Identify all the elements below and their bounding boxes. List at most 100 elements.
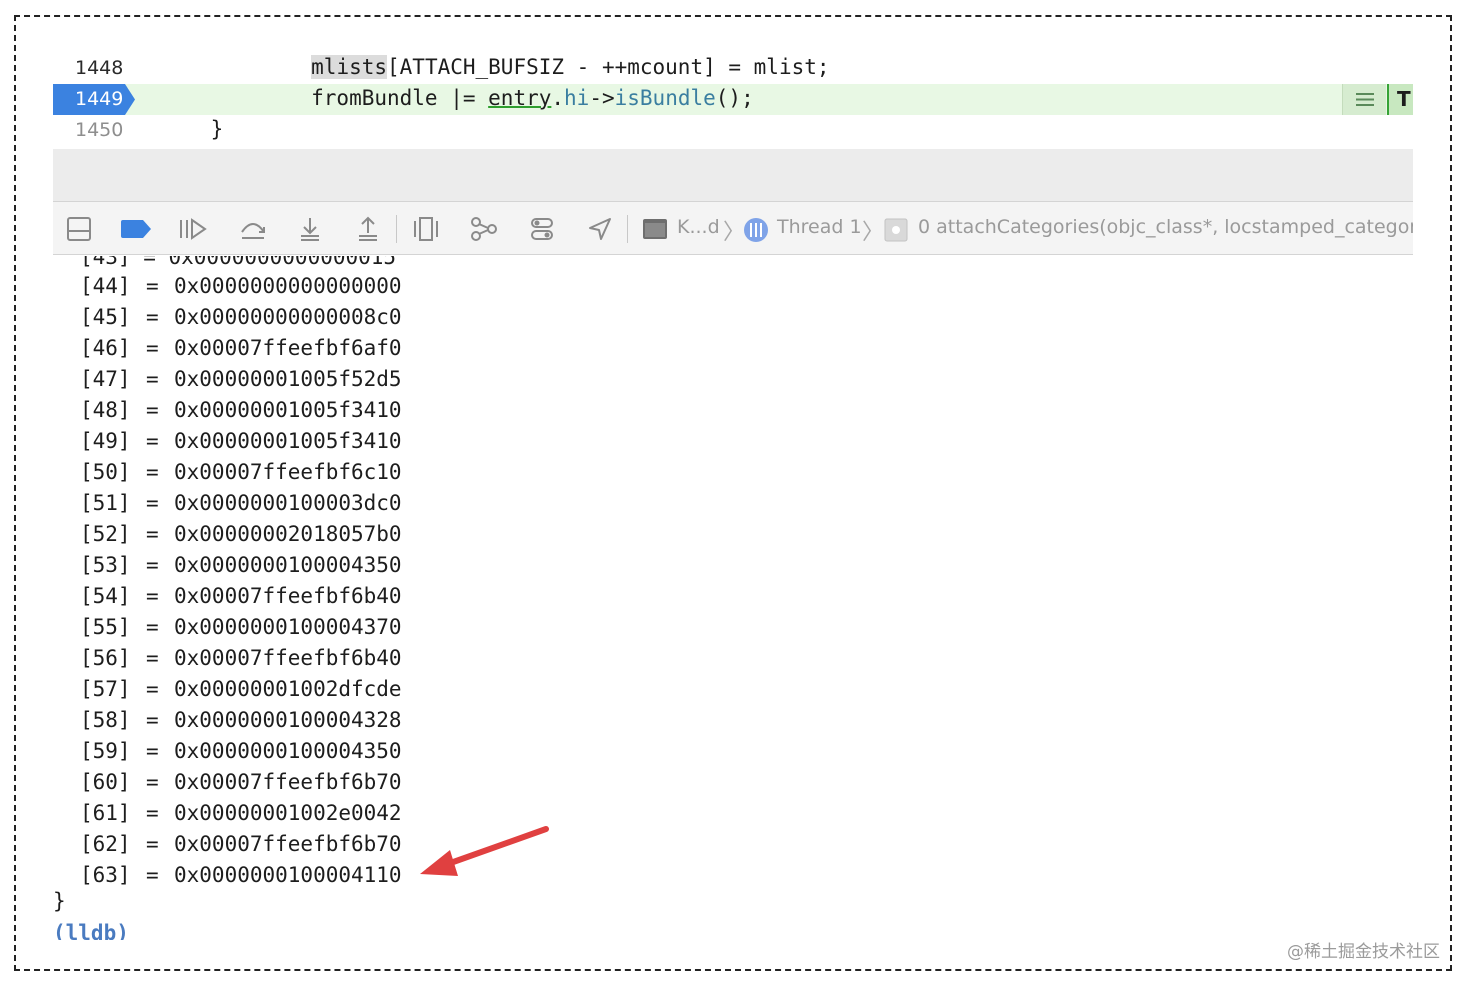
array-index: [55] <box>80 615 131 639</box>
console-row: [54] = 0x00007ffeefbf6b40 <box>53 581 653 612</box>
pointer-value: 0x0000000100004350 <box>174 553 402 577</box>
array-index: [46] <box>80 336 131 360</box>
console-row: [55] = 0x0000000100004370 <box>53 612 653 643</box>
pointer-value: 0x00007ffeefbf6b40 <box>174 584 402 608</box>
menu-lines-icon[interactable] <box>1342 84 1386 115</box>
pointer-value: 0x00000001002dfcde <box>174 677 402 701</box>
thread-icon <box>743 217 769 247</box>
app-target-icon <box>642 218 668 244</box>
pointer-value: 0x00007ffeefbf6b40 <box>174 646 402 670</box>
array-index: [50] <box>80 460 131 484</box>
equals-sign: = <box>146 708 159 732</box>
array-index: [56] <box>80 646 131 670</box>
chevron-right-icon: 〉 <box>862 220 885 245</box>
view-hierarchy-icon[interactable] <box>412 216 440 246</box>
equals-sign: = <box>146 398 159 422</box>
lldb-prompt[interactable]: (lldb) <box>53 918 129 940</box>
console-row: [50] = 0x00007ffeefbf6c10 <box>53 457 653 488</box>
equals-sign: = <box>146 305 159 329</box>
equals-sign: = <box>146 429 159 453</box>
continue-icon[interactable] <box>178 216 208 246</box>
console-row: [61] = 0x00000001002e0042 <box>53 798 653 829</box>
equals-sign: = <box>146 553 159 577</box>
array-index: [53] <box>80 553 131 577</box>
step-over-icon[interactable] <box>239 216 267 246</box>
closing-brace: } <box>53 889 66 913</box>
environment-overrides-icon[interactable] <box>529 216 555 246</box>
breadcrumb-frame[interactable]: 0 attachCategories(objc_class*, locstamp… <box>918 216 1413 238</box>
hide-debug-area-icon[interactable] <box>66 216 92 246</box>
code-text: fromBundle |= entry.hi->isBundle(); <box>210 86 754 110</box>
array-index: [44] <box>80 274 131 298</box>
console-row: [47] = 0x00000001005f52d5 <box>53 364 653 395</box>
pointer-value: 0x00000001005f52d5 <box>174 367 402 391</box>
array-index: [54] <box>80 584 131 608</box>
equals-sign: = <box>146 460 159 484</box>
console-row: [44] = 0x0000000000000000 <box>53 271 653 302</box>
pointer-value: 0x0000000100004350 <box>174 739 402 763</box>
array-index: [48] <box>80 398 131 422</box>
console-row: [52] = 0x00000002018057b0 <box>53 519 653 550</box>
pointer-value: 0x00000001002e0042 <box>174 801 402 825</box>
console-row: [48] = 0x00000001005f3410 <box>53 395 653 426</box>
console-row: [60] = 0x00007ffeefbf6b70 <box>53 767 653 798</box>
array-index: [60] <box>80 770 131 794</box>
code-line-1449-current: 1449 fromBundle |= entry.hi->isBundle();… <box>53 84 1413 115</box>
pointer-value: 0x0000000000000000 <box>174 274 402 298</box>
array-index: [47] <box>80 367 131 391</box>
code-text: mlists[ATTACH_BUFSIZ - ++mcount] = mlist… <box>311 55 830 79</box>
array-index: [61] <box>80 801 131 825</box>
breakpoints-toggle-icon[interactable] <box>121 220 151 242</box>
console-row: [57] = 0x00000001002dfcde <box>53 674 653 705</box>
array-index: [45] <box>80 305 131 329</box>
pointer-value: 0x0000000100003dc0 <box>174 491 402 515</box>
console-row: [53] = 0x0000000100004350 <box>53 550 653 581</box>
equals-sign: = <box>146 863 159 887</box>
console-row: [46] = 0x00007ffeefbf6af0 <box>53 333 653 364</box>
editor-empty-area <box>53 149 1413 201</box>
array-index: [57] <box>80 677 131 701</box>
equals-sign: = <box>146 677 159 701</box>
pointer-value: 0x00007ffeefbf6af0 <box>174 336 402 360</box>
console-row: [63] = 0x0000000100004110 <box>53 860 653 891</box>
highlighted-token: mlists <box>311 55 388 79</box>
line-number: 1450 <box>75 119 124 141</box>
watermark: @稀土掘金技术社区 <box>1287 942 1440 962</box>
console-row: [58] = 0x0000000100004328 <box>53 705 653 736</box>
step-into-icon[interactable] <box>298 216 322 246</box>
equals-sign: = <box>146 646 159 670</box>
simulate-location-icon[interactable] <box>587 216 613 246</box>
equals-sign: = <box>146 801 159 825</box>
array-index: [51] <box>80 491 131 515</box>
pointer-value: 0x0000000100004328 <box>174 708 402 732</box>
equals-sign: = <box>146 274 159 298</box>
breadcrumb-thread[interactable]: Thread 1 <box>777 216 862 238</box>
console-row: [59] = 0x0000000100004350 <box>53 736 653 767</box>
code-text: } <box>160 117 224 141</box>
step-out-icon[interactable] <box>356 216 380 246</box>
console-row: [45] = 0x00000000000008c0 <box>53 302 653 333</box>
equals-sign: = <box>146 584 159 608</box>
stack-frame-icon <box>884 218 908 246</box>
breadcrumb-target[interactable]: K...d <box>677 216 720 238</box>
code-line-1450: 1450 } <box>53 115 1413 146</box>
breakpoint-line-badge[interactable]: 1449 <box>53 84 135 115</box>
pointer-value: 0x0000000100004110 <box>174 863 402 887</box>
memory-graph-icon[interactable] <box>470 216 498 246</box>
pointer-value: 0x00007ffeefbf6b70 <box>174 832 402 856</box>
array-index: [62] <box>80 832 131 856</box>
array-index: [52] <box>80 522 131 546</box>
equals-sign: = <box>146 522 159 546</box>
console-row: [62] = 0x00007ffeefbf6b70 <box>53 829 653 860</box>
underlined-token: entry <box>488 86 552 110</box>
pointer-value: 0x00000001005f3410 <box>174 398 402 422</box>
equals-sign: = <box>146 770 159 794</box>
console-row: [56] = 0x00007ffeefbf6b40 <box>53 643 653 674</box>
thread-indicator-label[interactable]: T <box>1387 84 1413 115</box>
chevron-right-icon: 〉 <box>723 220 746 245</box>
equals-sign: = <box>146 615 159 639</box>
equals-sign: = <box>146 832 159 856</box>
console-row: [49] = 0x00000001005f3410 <box>53 426 653 457</box>
lldb-console[interactable]: [43] = 0x0000000000000015 [44] = 0x0000000… <box>53 256 1413 940</box>
red-arrow-annotation <box>420 826 549 876</box>
